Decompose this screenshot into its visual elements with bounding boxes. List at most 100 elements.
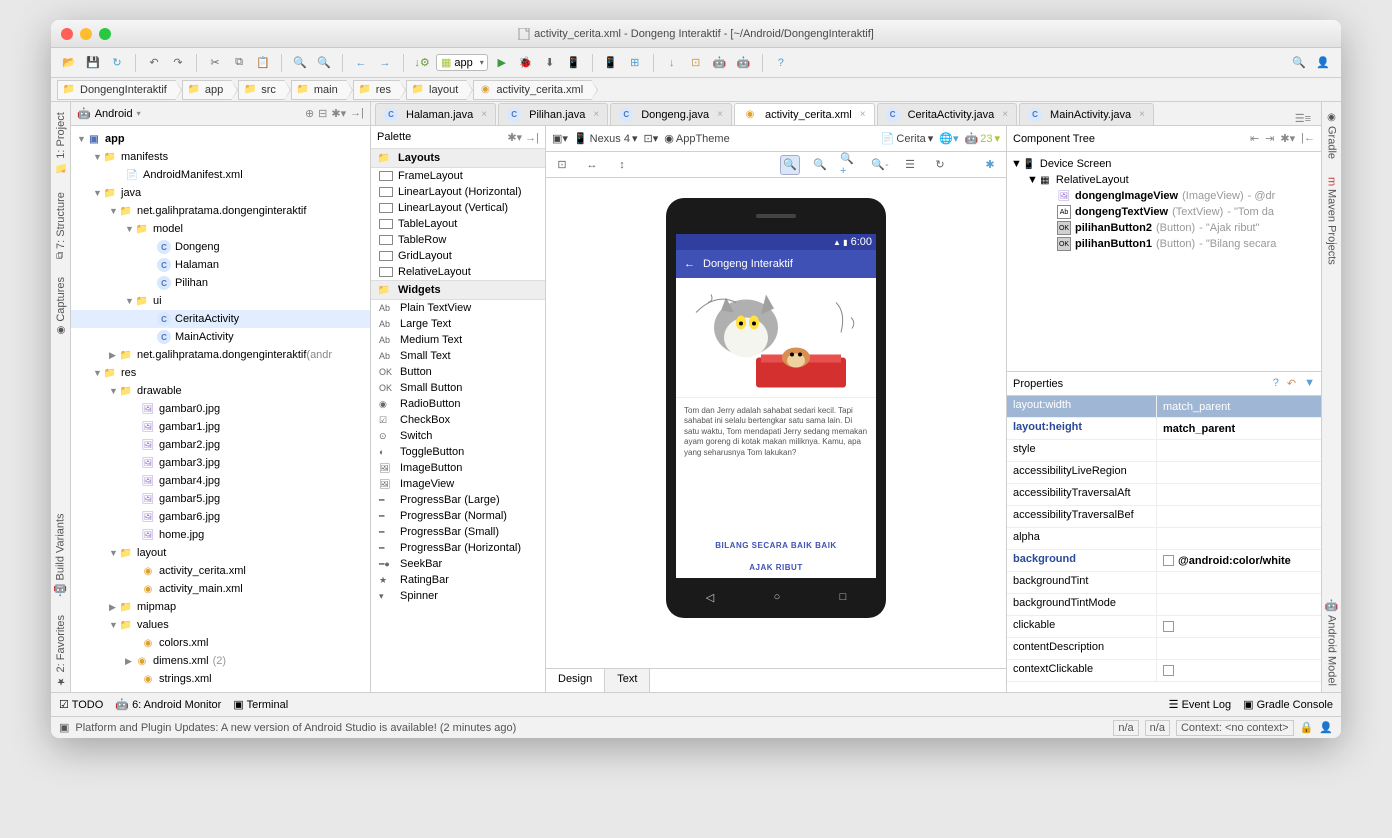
config-icon[interactable]: ⊡▾ [644,132,659,145]
palette-item[interactable]: GridLayout [371,248,545,264]
sync-icon[interactable]: ↻ [107,53,127,73]
locale-icon[interactable]: 🌐▾ [939,132,958,145]
property-row[interactable]: layout:widthmatch_parent [1007,396,1321,418]
crumb-layout[interactable]: 📁layout [406,80,467,100]
crumb-app[interactable]: 📁app [182,80,232,100]
find-icon[interactable]: 🔍 [290,53,310,73]
tab-dongeng[interactable]: CDongeng.java× [610,103,732,125]
property-row[interactable]: backgroundTintMode [1007,594,1321,616]
crumb-res[interactable]: 📁res [353,80,400,100]
tab-todo[interactable]: ☑ TODO [59,698,103,711]
palette-item[interactable]: ◉RadioButton [371,396,545,412]
property-row[interactable]: clickable [1007,616,1321,638]
property-row[interactable]: accessibilityTraversalBef [1007,506,1321,528]
close-icon[interactable]: × [860,109,866,120]
palette-item[interactable]: RelativeLayout [371,264,545,280]
tab-favorites[interactable]: ★ 2: Favorites [53,609,69,692]
design-tab[interactable]: Design [546,669,605,692]
crumb-project[interactable]: 📁DongengInteraktif [57,80,176,100]
theme-select[interactable]: ◉AppTheme [664,132,729,145]
debug-icon[interactable]: 🐞 [516,53,536,73]
property-row[interactable]: background@android:color/white [1007,550,1321,572]
properties-table[interactable]: layout:widthmatch_parentlayout:heightmat… [1007,396,1321,692]
scroll-from-source-icon[interactable]: ⊕ [305,107,314,120]
redo-icon[interactable]: ↷ [168,53,188,73]
palette-item[interactable]: AbMedium Text [371,332,545,348]
text-tab[interactable]: Text [605,669,650,692]
filter-icon[interactable]: ▼ [1304,377,1315,390]
palette-item[interactable]: ⊙Switch [371,428,545,444]
forward-icon[interactable]: → [375,53,395,73]
property-row[interactable]: style [1007,440,1321,462]
palette-item[interactable]: FrameLayout [371,168,545,184]
details-icon[interactable]: ☰ [900,155,920,175]
close-button[interactable] [61,28,73,40]
back-icon[interactable]: ← [351,53,371,73]
palette-item[interactable]: AbLarge Text [371,316,545,332]
tab-mainactivity[interactable]: CMainActivity.java× [1019,103,1154,125]
activity-select[interactable]: 📄Cerita▾ [881,132,934,145]
palette-item[interactable]: OKButton [371,364,545,380]
expand-h-icon[interactable]: ↔ [582,155,602,175]
tab-terminal[interactable]: ▣ Terminal [233,698,288,711]
zoom-out-icon[interactable]: 🔍- [870,155,890,175]
run-config-select[interactable]: ▦app [436,54,488,71]
close-icon[interactable]: × [593,109,599,120]
run-icon[interactable]: ▶ [492,53,512,73]
palette-item[interactable]: ━ProgressBar (Horizontal) [371,540,545,556]
property-row[interactable]: layout:heightmatch_parent [1007,418,1321,440]
tab-gradle[interactable]: ◉ Gradle [1324,106,1340,165]
palette-item[interactable]: ◐ToggleButton [371,444,545,460]
palette-item[interactable]: ━ProgressBar (Large) [371,492,545,508]
stop-icon[interactable]: 📱 [564,53,584,73]
make-icon[interactable]: ↓⚙ [412,53,432,73]
tab-ceritaactivity[interactable]: CCeritaActivity.java× [877,103,1017,125]
expand-v-icon[interactable]: ↕ [612,155,632,175]
palette-item[interactable]: 🖼ImageView [371,476,545,492]
editor-menu-icon[interactable]: ☰≡ [1295,112,1311,125]
cut-icon[interactable]: ✂ [205,53,225,73]
hide-icon[interactable]: |← [1301,132,1315,145]
help-icon[interactable]: ? [771,53,791,73]
project-view-mode[interactable]: Android [95,108,133,120]
gear-icon[interactable]: ✱ [980,155,1000,175]
tab-halaman[interactable]: CHalaman.java× [375,103,496,125]
collapse-icon[interactable]: ⊟ [318,107,327,120]
tab-project[interactable]: 📁 1: Project [53,106,69,180]
copy-icon[interactable]: ⧉ [229,53,249,73]
tab-maven[interactable]: m Maven Projects [1324,171,1340,271]
palette-item[interactable]: LinearLayout (Vertical) [371,200,545,216]
gear-icon[interactable]: ✱▾ [331,107,346,120]
palette-item[interactable]: LinearLayout (Horizontal) [371,184,545,200]
close-icon[interactable]: × [481,109,487,120]
zoom-fit-icon[interactable]: 🔍 [780,155,800,175]
hide-icon[interactable]: →| [350,107,364,120]
attach-icon[interactable]: ⬇ [540,53,560,73]
tab-gradle-console[interactable]: ▣ Gradle Console [1243,698,1333,711]
tab-structure[interactable]: ⧉ 7: Structure [53,186,69,265]
minimize-button[interactable] [80,28,92,40]
palette-item[interactable]: AbPlain TextView [371,300,545,316]
help-icon[interactable]: ? [1273,377,1279,390]
property-row[interactable]: accessibilityTraversalAft [1007,484,1321,506]
refresh-icon[interactable]: ↻ [930,155,950,175]
expand-icon[interactable]: ⇤ [1250,132,1259,145]
user-icon[interactable]: 👤 [1313,53,1333,73]
property-row[interactable]: contentDescription [1007,638,1321,660]
palette-item[interactable]: ━ProgressBar (Small) [371,524,545,540]
lock-icon[interactable]: 🔒 [1300,721,1314,734]
tab-android-model[interactable]: 🤖 Android Model [1323,593,1340,692]
palette-item[interactable]: ★RatingBar [371,572,545,588]
palette-item[interactable]: AbSmall Text [371,348,545,364]
tab-monitor[interactable]: 🤖 6: Android Monitor [115,698,221,711]
property-row[interactable]: contextClickable [1007,660,1321,682]
gear-icon[interactable]: ✱▾ →| [507,131,539,144]
collapse-icon[interactable]: ⇥ [1265,132,1274,145]
property-row[interactable]: accessibilityLiveRegion [1007,462,1321,484]
close-icon[interactable]: × [1139,109,1145,120]
avd-icon[interactable]: 📱 [601,53,621,73]
tab-captures[interactable]: ◉ Captures [53,271,69,342]
reset-icon[interactable]: ↶ [1287,377,1296,390]
toggle-icon[interactable]: ▣ [59,721,69,734]
palette-item[interactable]: ▾Spinner [371,588,545,604]
